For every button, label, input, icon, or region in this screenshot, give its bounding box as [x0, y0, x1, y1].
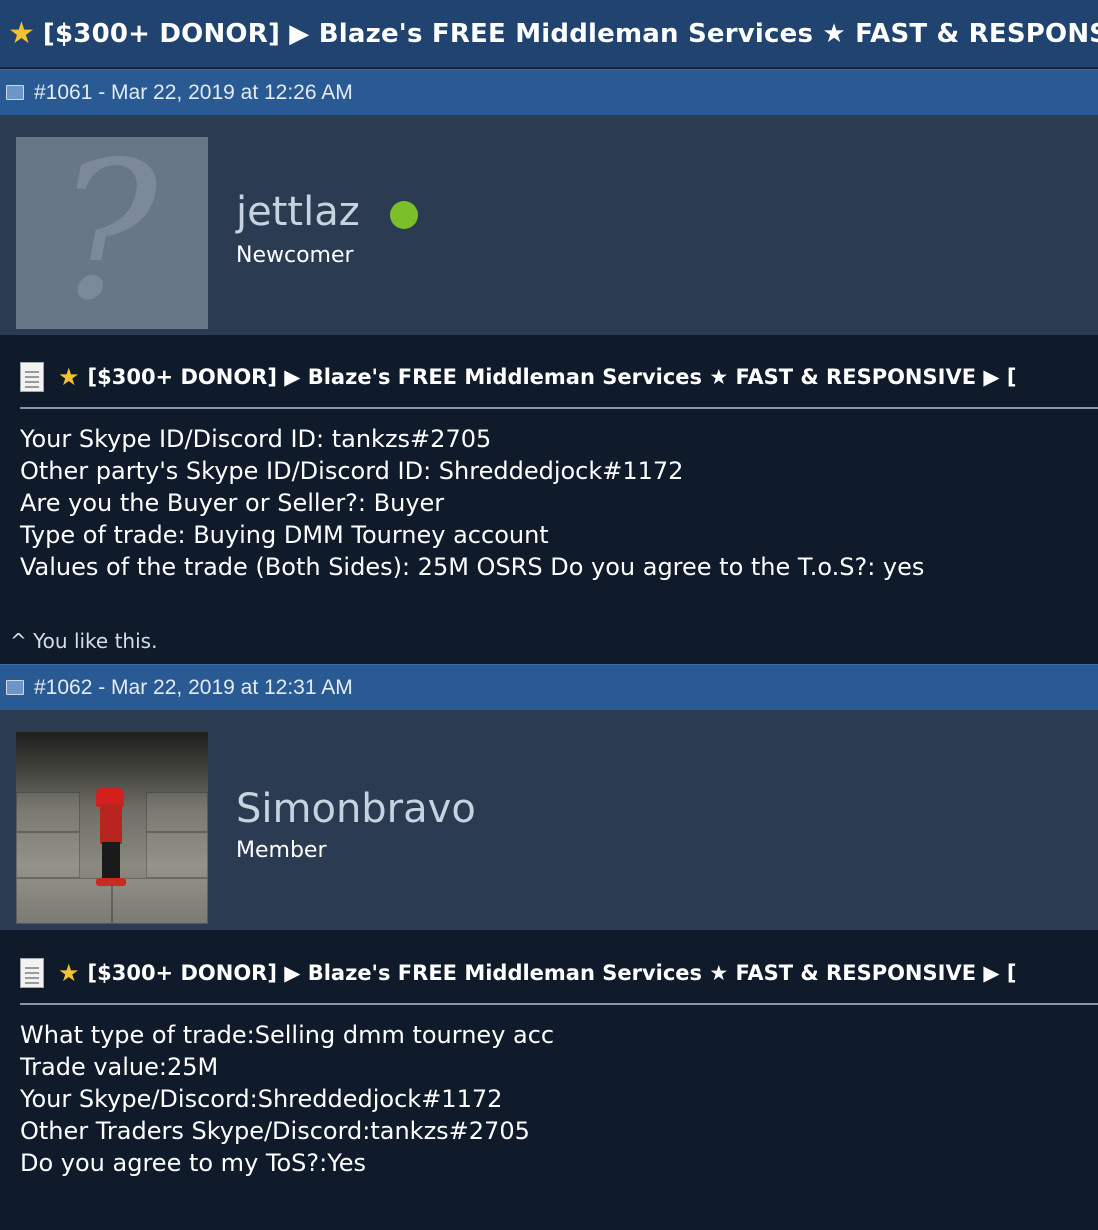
- divider: [20, 1003, 1098, 1005]
- post-line: Other party's Skype ID/Discord ID: Shred…: [20, 457, 684, 485]
- avatar-tile: [146, 792, 208, 832]
- divider: [20, 407, 1098, 409]
- post-icon: [6, 680, 24, 695]
- post-title: [$300+ DONOR] ▶ Blaze's FREE Middleman S…: [87, 365, 1017, 389]
- post-line: Do you agree to my ToS?:Yes: [20, 1149, 366, 1177]
- online-status-icon: [390, 201, 418, 229]
- post-title-row: ★ [$300+ DONOR] ▶ Blaze's FREE Middleman…: [20, 953, 1098, 993]
- post-title: [$300+ DONOR] ▶ Blaze's FREE Middleman S…: [87, 961, 1017, 985]
- post-line: Your Skype/Discord:Shreddedjock#1172: [20, 1085, 503, 1113]
- avatar-tile: [16, 792, 80, 832]
- post-header: #1061 - Mar 22, 2019 at 12:26 AM: [0, 69, 1098, 115]
- like-status[interactable]: ^ You like this.: [10, 629, 157, 653]
- avatar-tile: [16, 832, 80, 878]
- post-title-row: ★ [$300+ DONOR] ▶ Blaze's FREE Middleman…: [20, 357, 1098, 397]
- user-panel: ? jettlaz Newcomer: [0, 115, 1098, 335]
- star-icon: ★: [8, 16, 35, 51]
- page-icon: [20, 362, 44, 392]
- post-line: Your Skype ID/Discord ID: tankzs#2705: [20, 425, 492, 453]
- star-icon: ★: [58, 363, 80, 391]
- post-body: ★ [$300+ DONOR] ▶ Blaze's FREE Middleman…: [0, 931, 1098, 1230]
- avatar-tile: [112, 878, 208, 924]
- character-body: [100, 804, 122, 844]
- character-feet: [96, 878, 126, 886]
- user-rank: Newcomer: [236, 243, 354, 268]
- post-meta[interactable]: #1061 - Mar 22, 2019 at 12:26 AM: [34, 81, 353, 105]
- user-rank: Member: [236, 838, 327, 863]
- avatar[interactable]: ?: [16, 137, 208, 329]
- username[interactable]: jettlaz: [236, 189, 360, 235]
- default-avatar-icon: ?: [56, 137, 158, 329]
- post-line: Trade value:25M: [20, 1053, 219, 1081]
- character-legs: [102, 842, 120, 880]
- post-meta[interactable]: #1062 - Mar 22, 2019 at 12:31 AM: [34, 676, 353, 700]
- post-line: Type of trade: Buying DMM Tourney accoun…: [20, 521, 549, 549]
- username[interactable]: Simonbravo: [236, 786, 476, 832]
- post-line: Values of the trade (Both Sides): 25M OS…: [20, 553, 925, 581]
- user-panel: Simonbravo Member: [0, 710, 1098, 930]
- thread-title-bar: ★ [$300+ DONOR] ▶ Blaze's FREE Middleman…: [0, 0, 1098, 68]
- avatar[interactable]: [16, 732, 208, 924]
- post-content: Your Skype ID/Discord ID: tankzs#2705 Ot…: [20, 423, 924, 583]
- post-line: What type of trade:Selling dmm tourney a…: [20, 1021, 555, 1049]
- post-header: #1062 - Mar 22, 2019 at 12:31 AM: [0, 664, 1098, 710]
- star-icon: ★: [58, 959, 80, 987]
- post-icon: [6, 85, 24, 100]
- page-icon: [20, 958, 44, 988]
- thread-title[interactable]: [$300+ DONOR] ▶ Blaze's FREE Middleman S…: [43, 19, 1098, 49]
- post-line: Other Traders Skype/Discord:tankzs#2705: [20, 1117, 530, 1145]
- post-content: What type of trade:Selling dmm tourney a…: [20, 1019, 554, 1179]
- post-body: ★ [$300+ DONOR] ▶ Blaze's FREE Middleman…: [0, 335, 1098, 663]
- avatar-tile: [146, 832, 208, 878]
- post-line: Are you the Buyer or Seller?: Buyer: [20, 489, 445, 517]
